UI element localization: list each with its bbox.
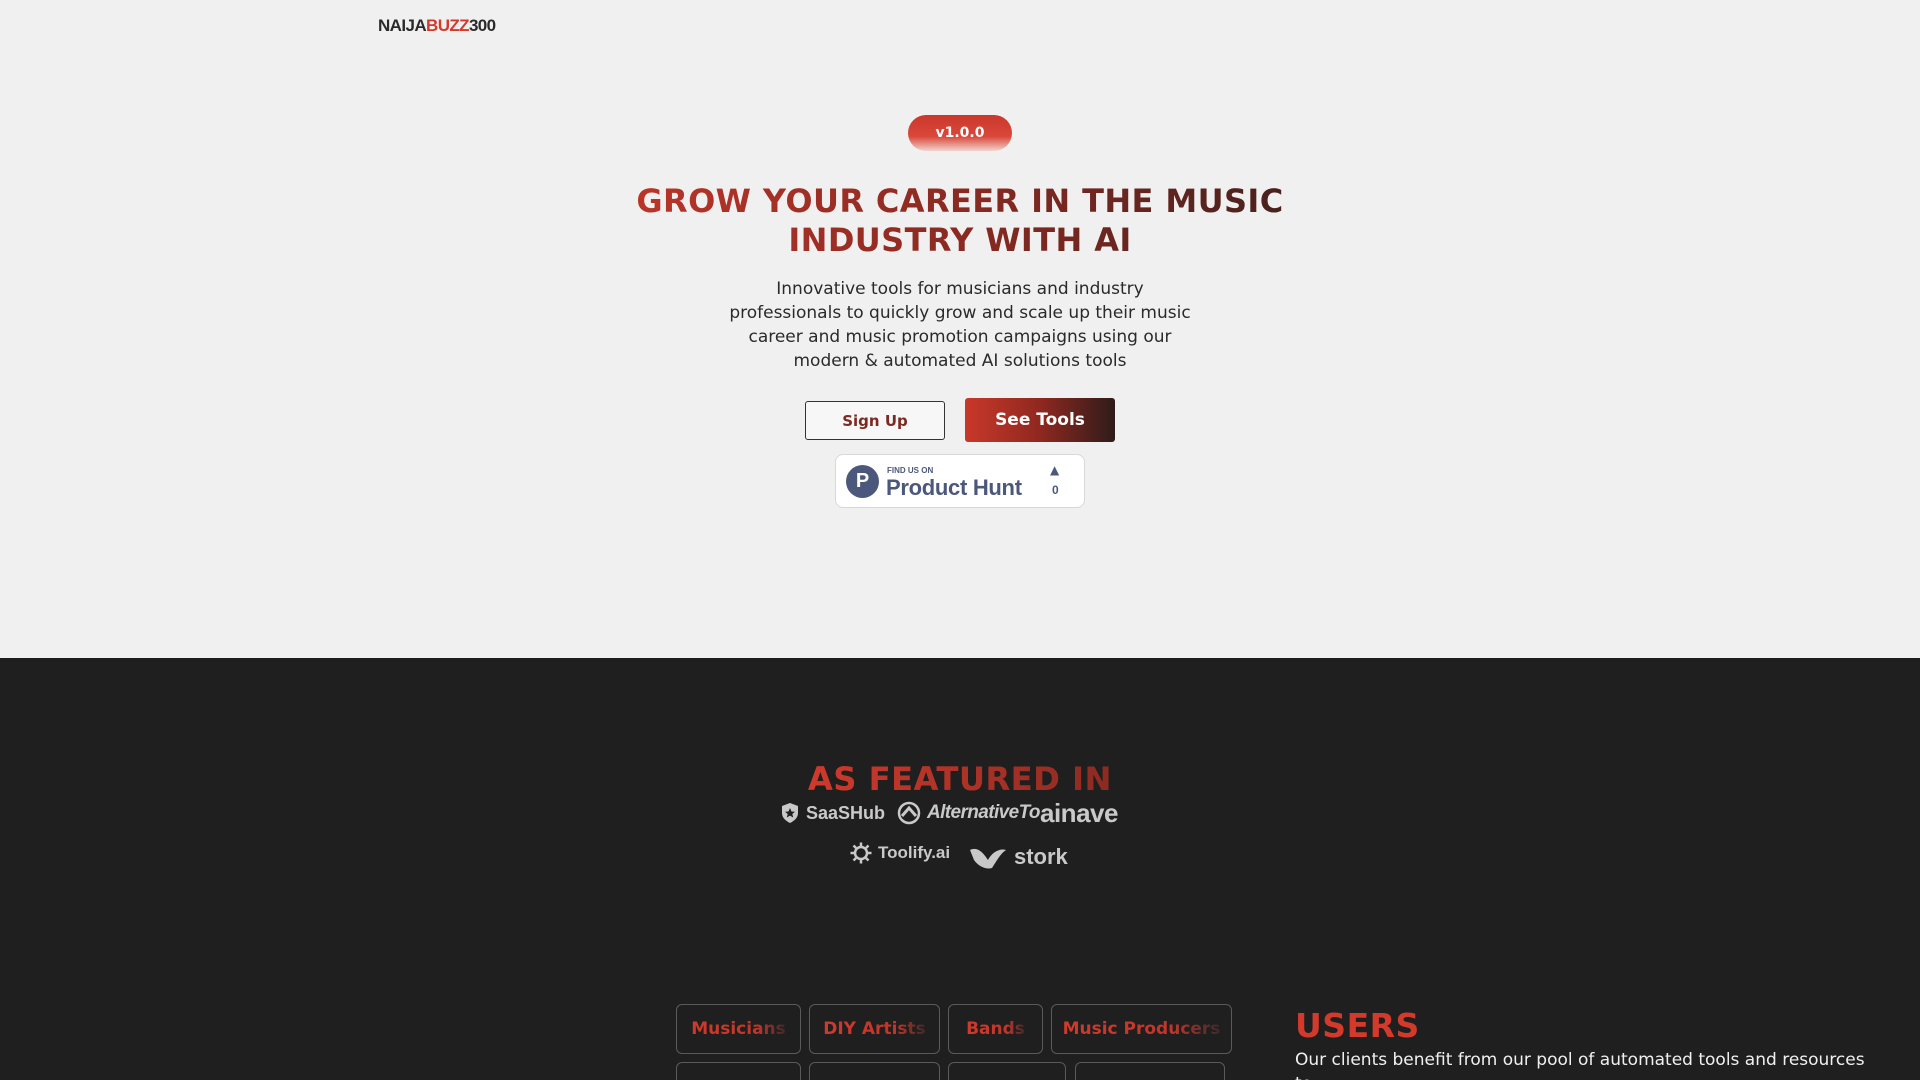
alternativeto-label: AlternativeTo [927,802,1041,823]
gear-icon [850,842,872,864]
logo-text-buzz: BUZZ [426,16,470,35]
featured-section: AS FEATURED IN SaaSHub AlternativeTo ain… [0,658,1920,1080]
stork-logo[interactable]: stork [968,842,1068,872]
toolify-label: Toolify.ai [878,843,951,862]
audience-tab-music-producers[interactable]: Music Producers [1051,1004,1232,1054]
audience-tab-label: Music Producers [1062,1019,1221,1039]
upvote-arrow-icon: ▲ [1050,463,1060,477]
product-hunt-caption: FIND US ON [887,466,934,475]
stork-label: stork [1014,844,1068,869]
product-hunt-badge[interactable]: P FIND US ON Product Hunt ▲ 0 [835,454,1085,508]
alternativeto-logo[interactable]: AlternativeTo [897,801,1041,825]
audience-tab-row2-1[interactable] [676,1062,801,1080]
hero-subtitle: Innovative tools for musicians and indus… [729,279,1191,371]
featured-title: AS FEATURED IN [0,760,1920,798]
audience-tab-row2-3[interactable] [948,1062,1066,1080]
logo-text-300: 300 [468,16,496,35]
audience-tab-musicians[interactable]: Musicians [676,1004,801,1054]
globe-icon [897,801,921,825]
upvote-count: 0 [1052,483,1059,497]
see-tools-button[interactable]: See Tools [965,398,1115,442]
ainave-logo[interactable]: ainave [1040,798,1118,829]
product-hunt-name: Product Hunt [886,475,1022,500]
audience-tab-row2-2[interactable] [809,1062,940,1080]
users-description: Our clients benefit from our pool of aut… [1295,1050,1865,1080]
toolify-logo[interactable]: Toolify.ai [850,842,950,864]
audience-tab-bands[interactable]: Bands [948,1004,1043,1054]
product-hunt-logo-icon: P [846,465,879,498]
version-badge: v1.0.0 [908,115,1012,151]
hero-section: NAIJABUZZ300 v1.0.0 GROW YOUR CAREER IN … [0,0,1920,658]
audience-tab-diy-artists[interactable]: DIY Artists [809,1004,940,1054]
ainave-label: ainave [1040,798,1118,828]
stork-bird-icon [970,848,1006,869]
audience-tab-row2-4[interactable] [1075,1062,1225,1080]
users-title: USERS [1295,1006,1420,1045]
featured-title-text: AS FEATURED IN [807,760,1113,798]
audience-tab-label: DIY Artists [823,1019,926,1039]
logo-text-naija: NAIJA [378,16,427,35]
site-logo[interactable]: NAIJABUZZ300 [378,16,496,36]
saashub-label: SaaSHub [806,802,886,823]
audience-tab-label: Bands [966,1019,1025,1039]
saashub-logo[interactable]: SaaSHub [780,802,885,824]
shield-icon [782,803,798,823]
hero-headline: GROW YOUR CAREER IN THE MUSIC INDUSTRY W… [560,182,1360,260]
sign-up-button[interactable]: Sign Up [805,401,945,440]
audience-tab-label: Musicians [691,1019,786,1039]
